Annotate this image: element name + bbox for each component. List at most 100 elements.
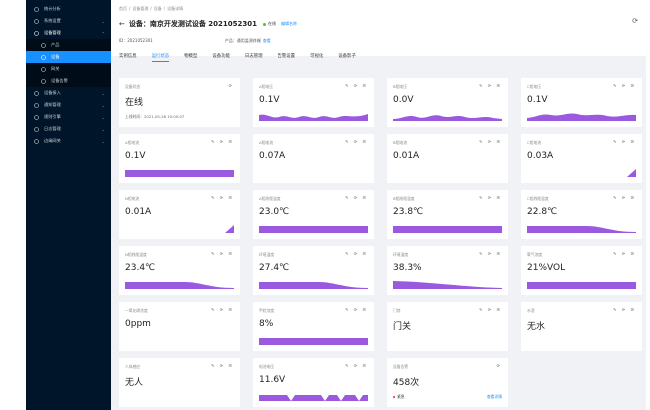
card-value: 27.4℃ [259,263,290,273]
sparkline-chart [259,226,368,233]
card-value: 23.0℃ [259,207,290,217]
sidebar-item-label: 设备告警 [51,78,68,83]
card-value: 23.4℃ [125,263,156,273]
sidebar-item[interactable]: 产品 [26,39,111,51]
page-header: 首页 / 设备管理 / 设备 / 设备详情 ← 设备：南京开发测试设备 2021052301… [111,0,646,62]
tab-bar: 实例信息 运行状态 物模型 设备功能 日志管理 告警设置 可视化 设备影子 [119,53,638,62]
sparkline-chart [259,114,368,121]
card-value: 458次 [393,378,420,388]
sidebar-item[interactable]: 设备管理 ⌃ [26,27,111,39]
tab[interactable]: 日志管理 [245,53,263,62]
card-actions-icons[interactable]: ✎ ⟳ ☰ [211,195,234,200]
gateway-icon [40,66,46,72]
card-actions-icons[interactable]: ✎ ⟳ ☰ [211,139,234,144]
card-actions-icons[interactable]: ✎ ⟳ ☰ [613,83,636,88]
card-actions-icons[interactable]: ✎ ⟳ ☰ [479,251,502,256]
sparkline-chart [393,226,502,233]
alarm-level: 紧急 [393,394,405,400]
refresh-icon[interactable]: ⟳ [632,17,638,25]
metric-card: C相线缆温度 22.8℃ ✎ ⟳ ☰ [521,190,642,239]
breadcrumb-item[interactable]: 设备 [154,6,162,11]
card-actions-icons[interactable]: ⟳ [497,363,502,368]
card-value: 0.01A [393,151,420,161]
card-actions-icons[interactable]: ✎ ⟳ ☰ [613,251,636,256]
metrics-grid: 设备状态 在线 ⟳ 上线时间：2021-05-26 10:05:07 A相电压 0.1V ✎… [111,71,646,407]
card-actions-icons[interactable]: ✎ ⟳ ☰ [345,251,368,256]
arrow-left-icon[interactable]: ← [119,20,125,28]
sparkline-chart [527,226,636,233]
sidebar-item-label: 统计分析 [44,6,61,11]
card-actions-icons[interactable]: ✎ ⟳ ☰ [211,307,234,312]
card-label: 设备告警 [393,364,409,369]
metric-card: 设备告警 458次 ⟳ 紧急 查看详情 [387,358,508,407]
sidebar-item-label: 系统设置 [44,18,61,23]
rule-icon [33,114,39,120]
card-actions-icons[interactable]: ✎ ⟳ ☰ [211,251,234,256]
sidebar-item[interactable]: 网关 [26,63,111,75]
breadcrumb-item[interactable]: 首页 [119,6,127,11]
sidebar-item[interactable]: 设备接入 ⌄ [26,87,111,99]
card-value: 0.07A [259,151,286,161]
card-actions-icons[interactable]: ✎ ⟳ ☰ [345,83,368,88]
status-dot [263,22,267,26]
card-value: 0.0V [393,95,414,105]
product-icon [40,42,46,48]
card-actions-icons[interactable]: ✎ ⟳ ☰ [479,307,502,312]
card-actions-icons[interactable]: ✎ ⟳ ☰ [345,195,368,200]
card-actions-icons[interactable]: ✎ ⟳ ☰ [613,307,636,312]
metric-card: 水浸 无水 ✎ ⟳ ☰ [521,302,642,351]
view-details-link[interactable]: 查看详情 [487,394,502,400]
page-title: 设备：南京开发测试设备 2021052301 [128,20,258,28]
device-id: ID：2021052301 [119,38,153,43]
tab[interactable]: 实例信息 [119,53,137,62]
breadcrumb-item[interactable]: 设备管理 [132,6,148,11]
product-label: 产品：通用监测终端 [224,38,261,43]
chevron-icon: ⌄ [101,138,105,144]
breadcrumb-item[interactable]: 设备详情 [167,6,183,11]
card-actions-icons[interactable]: ✎ ⟳ ☰ [345,139,368,144]
metric-card: 氧气浓度 21%VOL ✎ ⟳ ☰ [521,246,642,295]
sidebar-item-label: 设备管理 [44,30,61,35]
breadcrumb-item: / [150,6,152,11]
card-actions-icons[interactable]: ✎ ⟳ ☰ [345,363,368,368]
chevron-icon: ⌄ [101,114,105,120]
sidebar-item[interactable]: 通知管理 ⌄ [26,99,111,111]
tab[interactable]: 运行状态 [151,53,170,62]
card-actions-icons[interactable]: ✎ ⟳ ☰ [613,139,636,144]
sidebar-item[interactable]: 设备 [26,51,111,63]
card-actions-icons[interactable]: ✎ ⟳ ☰ [211,363,234,368]
card-value: 0.03A [527,151,554,161]
card-actions-icons[interactable]: ✎ ⟳ ☰ [479,83,502,88]
card-value: 38.3% [393,263,422,273]
tab[interactable]: 可视化 [310,53,323,62]
rename-link[interactable]: 编辑名称 [281,21,297,27]
card-actions-icons[interactable]: ✎ ⟳ ☰ [613,195,636,200]
card-actions-icons[interactable]: ✎ ⟳ ☰ [345,307,368,312]
sparkline-chart [393,115,502,121]
tab[interactable]: 物模型 [184,53,197,62]
metric-card: C相电流 0.03A ✎ ⟳ ☰ [521,134,642,183]
metric-card: A相电流 0.07A ✎ ⟳ ☰ [253,134,374,183]
sidebar-item[interactable]: 设备告警 [26,75,111,87]
sparkline-chart [125,170,234,177]
card-actions-icons[interactable]: ✎ ⟳ ☰ [479,195,502,200]
gear-icon [33,18,39,24]
card-value: 0ppm [125,319,151,329]
tab[interactable]: 告警设置 [278,53,296,62]
sidebar-item[interactable]: 统计分析 [26,3,111,15]
edge-icon [33,138,39,144]
sidebar-item[interactable]: 边缘网关 ⌄ [26,135,111,147]
view-product-link[interactable]: 查看 [263,38,271,43]
card-value: 在线 [125,98,144,108]
sidebar-item[interactable]: 日志管理 ⌄ [26,123,111,135]
card-actions-icons[interactable]: ⟳ [229,83,234,88]
sidebar-item[interactable]: 系统设置 ⌄ [26,15,111,27]
card-actions-icons[interactable]: ✎ ⟳ ☰ [479,139,502,144]
tab[interactable]: 设备影子 [338,53,356,62]
metric-card: 电池电压 11.6V ✎ ⟳ ☰ [253,358,374,407]
sidebar-item-label: 网关 [51,66,60,71]
metric-card: 甲烷浓度 8% ✎ ⟳ ☰ [253,302,374,351]
sidebar: 统计分析 系统设置 ⌄ 设备管理 ⌃ 产品 设备 网关 设备告警 设备接入 ⌄ 通知管理 ⌄ 规则引擎 ⌄ 日… [26,0,111,410]
sidebar-item[interactable]: 规则引擎 ⌄ [26,111,111,123]
tab[interactable]: 设备功能 [212,53,230,62]
